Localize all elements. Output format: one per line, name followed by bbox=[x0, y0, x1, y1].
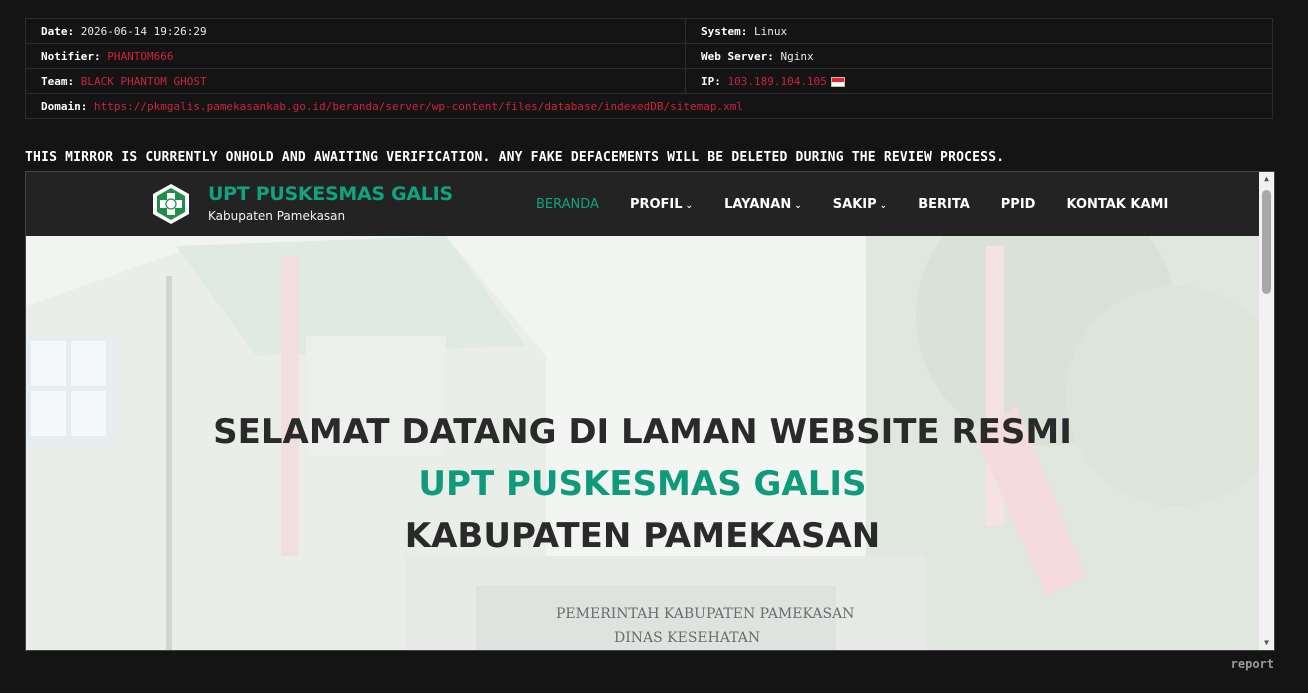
menu-item-layanan[interactable]: LAYANAN ⌄ bbox=[724, 197, 802, 212]
chevron-down-icon: ⌄ bbox=[685, 200, 694, 211]
scroll-up-arrow-icon[interactable]: ▲ bbox=[1259, 172, 1274, 186]
notifier-label: Notifier: bbox=[41, 49, 101, 63]
menu-item-beranda[interactable]: BERANDA bbox=[536, 197, 599, 212]
hero-heading: SELAMAT DATANG DI LAMAN WEBSITE RESMI UP… bbox=[26, 406, 1259, 562]
signboard-line-1: PEMERINTAH KABUPATEN PAMEKASAN bbox=[556, 606, 854, 622]
menu-item-label: BERANDA bbox=[536, 196, 599, 212]
hero-line-1: SELAMAT DATANG DI LAMAN WEBSITE RESMI bbox=[213, 412, 1072, 452]
brand-title: UPT PUSKESMAS GALIS bbox=[208, 183, 453, 205]
date-value: 2026-06-14 19:26:29 bbox=[80, 24, 207, 38]
webserver-value: Nginx bbox=[780, 49, 814, 63]
menu-item-sakip[interactable]: SAKIP ⌄ bbox=[833, 197, 887, 212]
webserver-cell: Web Server: Nginx bbox=[685, 43, 1273, 69]
site-brand[interactable]: UPT PUSKESMAS GALIS Kabupaten Pamekasan bbox=[208, 183, 453, 223]
indonesia-flag-icon bbox=[830, 76, 845, 87]
team-link[interactable]: BLACK PHANTOM GHOST bbox=[81, 75, 207, 88]
webserver-label: Web Server: bbox=[701, 49, 774, 63]
domain-label: Domain: bbox=[41, 99, 88, 113]
team-cell: Team: BLACK PHANTOM GHOST bbox=[25, 68, 686, 94]
menu-item-label: PPID bbox=[1000, 196, 1036, 212]
mirror-scrollbar[interactable]: ▲ ▼ bbox=[1259, 172, 1274, 650]
signboard-line-2: DINAS KESEHATAN bbox=[614, 630, 760, 646]
ip-link[interactable]: 103.189.104.105 bbox=[728, 75, 827, 88]
menu-item-label: LAYANAN bbox=[724, 196, 792, 212]
notifier-cell: Notifier: PHANTOM666 bbox=[25, 43, 686, 69]
menu-item-label: PROFIL bbox=[629, 196, 683, 212]
main-menu: BERANDA PROFIL ⌄ LAYANAN ⌄ SAKIP ⌄ BERITA P… bbox=[536, 172, 1199, 236]
date-cell: Date: 2026-06-14 19:26:29 bbox=[25, 18, 686, 44]
hero-banner: PEMERINTAH KABUPATEN PAMEKASAN DINAS KES… bbox=[26, 236, 1259, 650]
ip-label: IP: bbox=[701, 74, 721, 88]
chevron-down-icon: ⌄ bbox=[794, 200, 802, 211]
verification-notice: THIS MIRROR IS CURRENTLY ONHOLD AND AWAI… bbox=[25, 150, 1005, 165]
scrollbar-thumb[interactable] bbox=[1262, 190, 1271, 294]
menu-item-label: KONTAK KAMI bbox=[1066, 196, 1169, 212]
report-link[interactable]: report bbox=[1231, 657, 1274, 671]
notifier-link[interactable]: PHANTOM666 bbox=[107, 50, 173, 63]
deface-info-table: Date: 2026-06-14 19:26:29 System: Linux … bbox=[25, 18, 1273, 119]
menu-item-profil[interactable]: PROFIL ⌄ bbox=[630, 197, 693, 212]
hero-line-3: KABUPATEN PAMEKASAN bbox=[404, 516, 881, 556]
menu-item-ppid[interactable]: PPID bbox=[1001, 197, 1036, 212]
chevron-down-icon: ⌄ bbox=[879, 200, 888, 211]
menu-item-kontak-kami[interactable]: KONTAK KAMI bbox=[1066, 197, 1168, 212]
ip-cell: IP: 103.189.104.105 bbox=[685, 68, 1273, 94]
system-cell: System: Linux bbox=[685, 18, 1273, 44]
hero-line-2: UPT PUSKESMAS GALIS bbox=[418, 464, 867, 504]
team-label: Team: bbox=[41, 74, 75, 88]
menu-item-berita[interactable]: BERITA bbox=[918, 197, 970, 212]
menu-item-label: BERITA bbox=[918, 196, 970, 212]
domain-cell: Domain: https://pkmgalis.pamekasankab.go… bbox=[25, 93, 1273, 119]
scroll-down-arrow-icon[interactable]: ▼ bbox=[1259, 636, 1274, 650]
puskesmas-logo-icon bbox=[153, 184, 189, 224]
mirror-frame[interactable]: UPT PUSKESMAS GALIS Kabupaten Pamekasan … bbox=[25, 171, 1275, 651]
system-value: Linux bbox=[753, 24, 788, 38]
system-label: System: bbox=[701, 24, 748, 38]
date-label: Date: bbox=[41, 24, 75, 38]
menu-item-label: SAKIP bbox=[832, 196, 877, 212]
brand-subtitle: Kabupaten Pamekasan bbox=[208, 209, 346, 223]
site-navbar: UPT PUSKESMAS GALIS Kabupaten Pamekasan … bbox=[26, 172, 1259, 236]
domain-link[interactable]: https://pkmgalis.pamekasankab.go.id/bera… bbox=[94, 100, 743, 113]
